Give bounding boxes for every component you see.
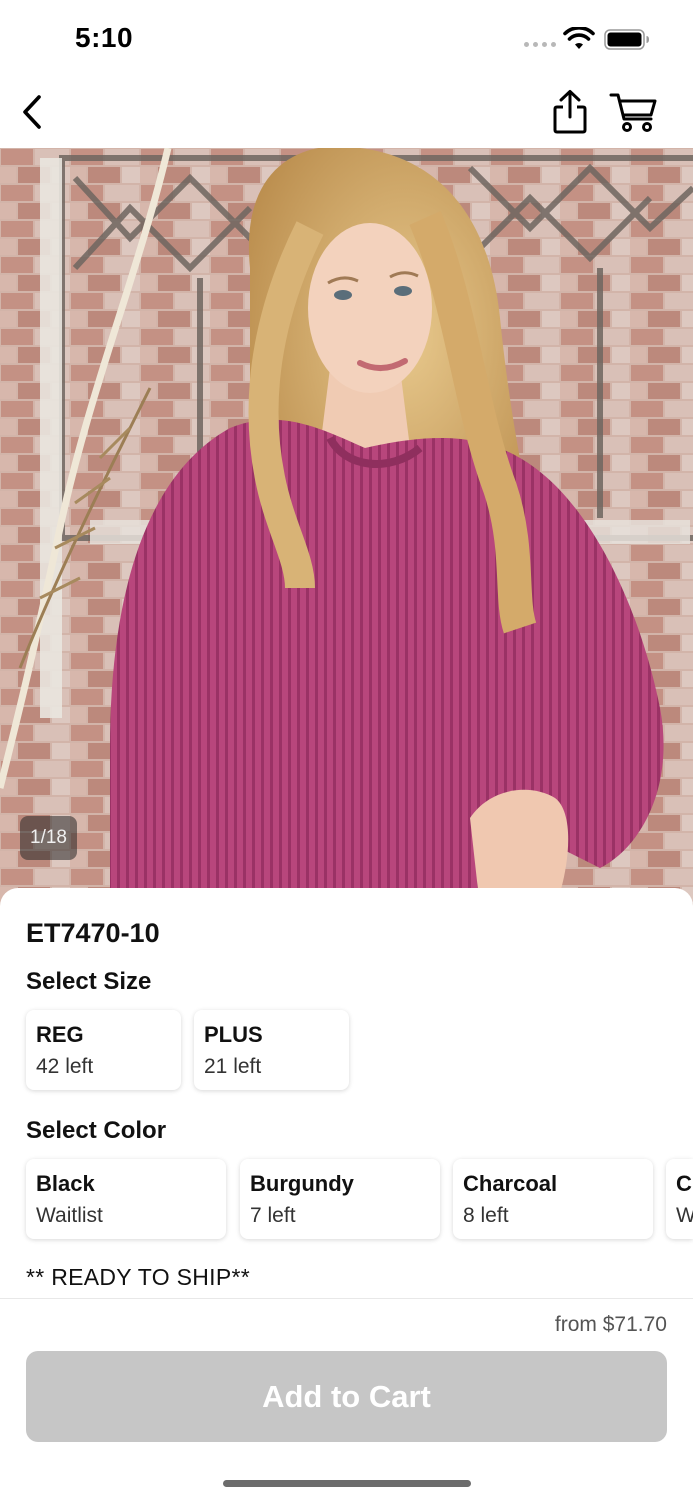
product-sheet: ET7470-10 Select Size REG 42 left PLUS 2… xyxy=(0,888,693,1298)
wifi-icon xyxy=(563,27,595,49)
image-counter: 1/18 xyxy=(20,816,77,860)
nav-bar xyxy=(0,80,693,148)
color-option-partial[interactable]: C W xyxy=(666,1159,693,1239)
share-icon xyxy=(553,90,587,134)
status-bar: 5:10 xyxy=(0,0,693,80)
add-to-cart-button[interactable]: Add to Cart xyxy=(26,1351,667,1442)
status-time: 5:10 xyxy=(75,22,134,53)
color-name: Burgundy xyxy=(250,1171,354,1196)
color-name: C xyxy=(676,1171,692,1196)
chevron-left-icon xyxy=(23,95,41,129)
ready-to-ship-note: ** READY TO SHIP** xyxy=(26,1264,250,1290)
share-button[interactable] xyxy=(548,88,592,136)
color-option-burgundy[interactable]: Burgundy 7 left xyxy=(240,1159,440,1239)
battery-icon xyxy=(604,29,649,50)
purchase-bar: from $71.70 Add to Cart xyxy=(0,1298,693,1500)
product-sku: ET7470-10 xyxy=(26,918,160,948)
size-stock: 21 left xyxy=(204,1055,262,1078)
color-option-black[interactable]: Black Waitlist xyxy=(26,1159,226,1239)
product-image[interactable] xyxy=(0,148,693,908)
select-color-title: Select Color xyxy=(26,1117,167,1144)
color-stock: 7 left xyxy=(250,1204,296,1227)
select-size-title: Select Size xyxy=(26,968,152,995)
cart-icon xyxy=(609,93,657,132)
cellular-signal-icon xyxy=(524,42,556,47)
color-name: Black xyxy=(36,1171,95,1196)
color-stock: Waitlist xyxy=(36,1204,103,1227)
size-option-plus[interactable]: PLUS 21 left xyxy=(194,1010,349,1090)
size-name: REG xyxy=(36,1022,84,1047)
price-label: from $71.70 xyxy=(554,1313,667,1336)
color-option-charcoal[interactable]: Charcoal 8 left xyxy=(453,1159,653,1239)
size-stock: 42 left xyxy=(36,1055,94,1078)
size-name: PLUS xyxy=(204,1022,263,1047)
color-name: Charcoal xyxy=(463,1171,558,1196)
back-button[interactable] xyxy=(14,90,54,134)
color-stock: W xyxy=(676,1204,693,1227)
size-option-reg[interactable]: REG 42 left xyxy=(26,1010,181,1090)
color-stock: 8 left xyxy=(463,1204,509,1227)
home-indicator xyxy=(223,1480,471,1487)
cart-button[interactable] xyxy=(608,90,660,134)
